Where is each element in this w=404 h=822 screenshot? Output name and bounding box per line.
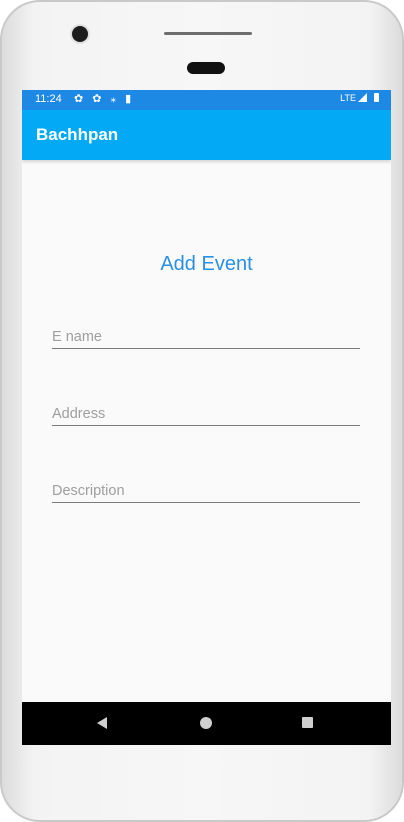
ename-placeholder: E name (52, 329, 102, 345)
page-heading: Add Event (160, 253, 253, 275)
network-type-label: LTE (340, 93, 356, 103)
notification-icons: ✿ ✿ ⁎ ▮ (74, 93, 135, 105)
back-icon[interactable] (97, 717, 107, 729)
speaker-grille (164, 32, 252, 35)
phone-frame: 11:24 ✿ ✿ ⁎ ▮ LTE Bachhpan Add Event E n… (0, 0, 404, 822)
home-icon[interactable] (200, 717, 212, 729)
status-bar: 11:24 ✿ ✿ ⁎ ▮ LTE (22, 90, 391, 110)
description-field[interactable]: Description (52, 480, 360, 503)
front-camera (72, 26, 88, 42)
navigation-bar (22, 702, 391, 745)
app-bar: Bachhpan (22, 110, 391, 160)
address-field[interactable]: Address (52, 403, 360, 426)
recents-icon[interactable] (302, 717, 313, 728)
address-placeholder: Address (52, 406, 106, 422)
earpiece (187, 62, 225, 74)
battery-icon (374, 93, 379, 102)
ename-field[interactable]: E name (52, 326, 360, 349)
app-screen: 11:24 ✿ ✿ ⁎ ▮ LTE Bachhpan Add Event E n… (22, 90, 391, 745)
app-title: Bachhpan (36, 125, 119, 144)
description-placeholder: Description (52, 483, 125, 499)
signal-icon (358, 93, 368, 102)
status-time: 11:24 (35, 93, 62, 105)
status-right-group: LTE (340, 93, 379, 103)
